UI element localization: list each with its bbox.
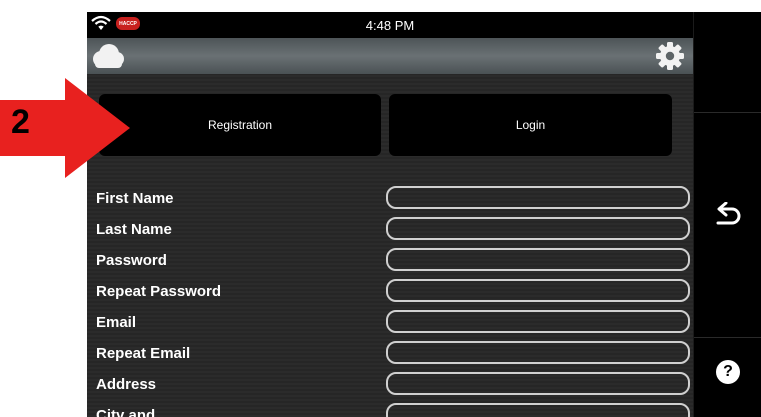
form-row-address: Address [87,372,693,400]
repeat-password-input[interactable] [386,279,690,302]
first-name-label: First Name [96,190,174,207]
city-label: City and [96,407,156,417]
device-screen: HACCP 4:48 PM Registration Login First N… [87,12,761,417]
back-arrow-icon [716,202,741,225]
form-row-last-name: Last Name [87,217,693,245]
form-row-email: Email [87,310,693,338]
repeat-password-label: Repeat Password [96,283,222,300]
password-label: Password [96,252,167,269]
cloud-icon[interactable] [89,42,127,70]
email-label: Email [96,314,137,331]
first-name-input[interactable] [386,186,690,209]
help-icon[interactable]: ? [716,360,740,384]
login-tab[interactable]: Login [389,94,672,156]
status-time: 4:48 PM [365,18,415,33]
side-divider [694,337,761,338]
side-panel: ? [693,12,761,417]
address-label: Address [96,376,157,393]
last-name-input[interactable] [386,217,690,240]
step-number: 2 [11,103,30,141]
password-input[interactable] [386,248,690,271]
form-row-password: Password [87,248,693,276]
form-row-repeat-password: Repeat Password [87,279,693,307]
email-input[interactable] [386,310,690,333]
last-name-label: Last Name [96,221,172,238]
repeat-email-label: Repeat Email [96,345,191,362]
address-input[interactable] [386,372,690,395]
app-screen: Registration Login First Name Last Name … [87,38,693,417]
toolbar [87,38,693,74]
repeat-email-input[interactable] [386,341,690,364]
gear-icon[interactable] [655,41,685,71]
back-button[interactable] [704,196,752,236]
side-divider [694,112,761,113]
city-input[interactable] [386,403,690,417]
form-row-repeat-email: Repeat Email [87,341,693,369]
form-row-first-name: First Name [87,186,693,214]
status-bar: HACCP 4:48 PM [87,12,693,38]
form-row-city: City and [87,403,693,417]
